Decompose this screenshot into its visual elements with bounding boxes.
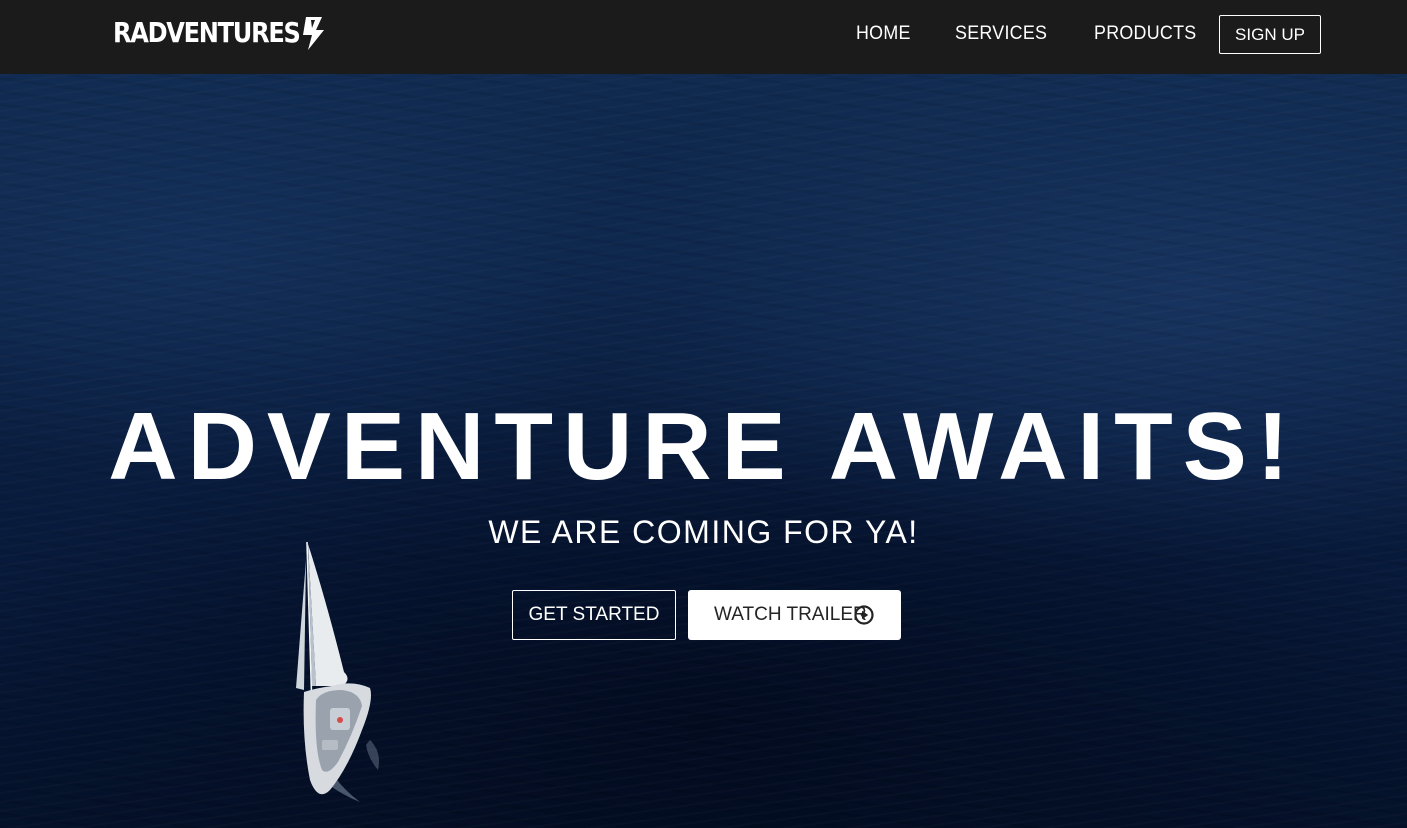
navbar: RADVENTURES HOME SERVICES PRODUCTS SIGN … [0, 0, 1407, 74]
nav-link-products[interactable]: PRODUCTS [1094, 22, 1196, 46]
sailboat-image [296, 541, 379, 802]
nav-link-services[interactable]: SERVICES [955, 22, 1047, 46]
hero-subtitle: WE ARE COMING FOR YA! [488, 514, 919, 550]
logo-text: RADVENTURES [113, 16, 301, 49]
logo-link[interactable]: RADVENTURES [113, 16, 330, 50]
watch-trailer-label: WATCH TRAILER [714, 604, 867, 625]
play-circle-icon [854, 605, 874, 625]
sign-up-button[interactable]: SIGN UP [1219, 15, 1321, 54]
hero-title: ADVENTURE AWAITS! [108, 393, 1299, 500]
lightning-bolt-icon [303, 17, 324, 50]
watch-trailer-button[interactable]: WATCH TRAILER [688, 590, 901, 640]
nav-links: HOME SERVICES PRODUCTS [856, 22, 1244, 46]
get-started-button[interactable]: GET STARTED [512, 590, 676, 640]
hero-section: ADVENTURE AWAITS! WE ARE COMING FOR YA! … [0, 74, 1407, 828]
nav-link-home[interactable]: HOME [856, 22, 911, 46]
